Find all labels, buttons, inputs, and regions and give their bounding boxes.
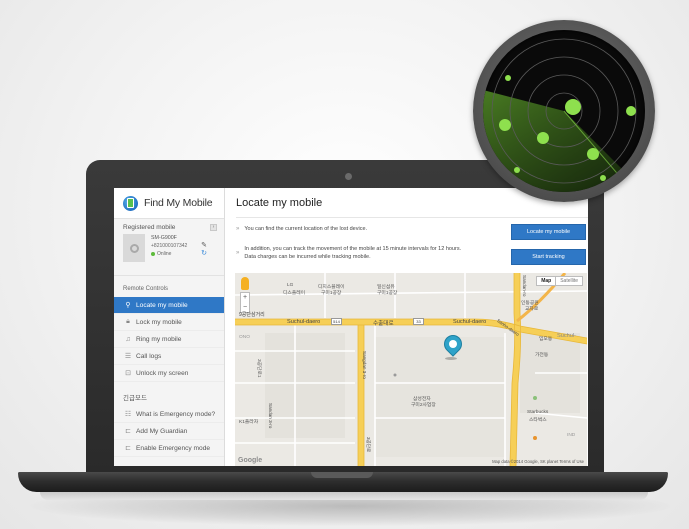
highway-badge-33: 33	[413, 318, 424, 325]
zoom-control[interactable]: + −	[240, 292, 250, 313]
road-label-left-big: 9공단삼거리	[239, 312, 265, 318]
locate-my-mobile-button[interactable]: Locate my mobile	[511, 224, 586, 240]
main-panel: Locate my mobile » You can find the curr…	[225, 188, 588, 466]
map-copyright[interactable]: Map data ©2014 Google, SK planet Terms o…	[492, 459, 584, 464]
registered-mobile-title: Registered mobile	[123, 224, 176, 231]
info-list-icon: ☷	[124, 411, 132, 418]
map-type-control[interactable]: Map Satellite	[536, 276, 583, 286]
webcam	[345, 173, 352, 180]
laptop-base-lip	[40, 492, 648, 500]
start-tracking-button[interactable]: Start tracking	[511, 249, 586, 265]
location-pin-icon	[129, 243, 139, 253]
zoom-in-button[interactable]: +	[241, 293, 249, 303]
map-label-ilshin-sub: 구미1공장	[377, 291, 398, 296]
device-status-label: Online	[157, 251, 172, 257]
radar-screen	[483, 30, 645, 192]
menu-label: Lock my mobile	[136, 318, 182, 326]
map-label-lg-sub: 디스플레이	[283, 291, 306, 296]
menu-unlock-my-screen[interactable]: ⊡ Unlock my screen	[114, 365, 224, 382]
pegman-icon[interactable]	[241, 277, 249, 290]
add-guardian-icon: ⊏	[125, 428, 131, 435]
unlock-icon: ⊡	[125, 370, 131, 377]
double-chevron-icon: »	[236, 225, 240, 232]
map-label-lg-display-sub: 구미1공장	[321, 291, 342, 296]
online-status-icon	[151, 251, 155, 256]
radar-graphic	[473, 20, 655, 202]
find-my-mobile-logo-icon	[123, 195, 138, 211]
road-label-suchul-kr: 수출대로	[373, 321, 394, 327]
enable-icon: ⊏	[125, 445, 131, 452]
map-type-map[interactable]: Map	[537, 277, 557, 285]
map-view[interactable]: + − Map Satellite LG 디스플레이 디지스플레이 구미1공장 …	[235, 273, 587, 466]
map-label-nondong-sub: 교차로	[525, 307, 539, 312]
road-label-suchul-right: Suchul-	[557, 333, 576, 339]
laptop-notch	[311, 472, 373, 478]
menu-label: Call logs	[136, 352, 162, 360]
sidebar: Find My Mobile Registered mobile › SM-G9…	[114, 188, 225, 466]
map-label-samsung-sub: 구미2사업장	[411, 403, 436, 408]
radar-sweep	[483, 38, 645, 192]
menu-what-is-emergency-mode[interactable]: ☷ What is Emergency mode?	[114, 406, 224, 423]
double-chevron-icon: »	[236, 250, 240, 256]
map-label-ono: ONO	[239, 335, 250, 340]
highway-badge-514: 514	[331, 318, 342, 325]
menu-label: Unlock my screen	[136, 369, 189, 377]
refresh-icon[interactable]: ↻	[201, 250, 207, 258]
music-note-icon: ♫	[125, 335, 131, 343]
menu-ring-my-mobile[interactable]: ♫ Ring my mobile	[114, 331, 224, 348]
lock-icon: 🔒︎	[126, 318, 130, 325]
app-name: Find My Mobile	[144, 197, 213, 209]
google-logo: Google	[238, 457, 263, 464]
device-row[interactable]: SM-G900F +821000107342 Online ✎ ↻	[123, 234, 218, 262]
menu-label: Enable Emergency mode	[136, 444, 211, 452]
map-label-lg: LG	[287, 283, 294, 288]
list-icon: ☰	[124, 353, 132, 360]
map-type-satellite[interactable]: Satellite	[556, 277, 582, 285]
device-info: SM-G900F +821000107342 Online ✎ ↻	[151, 234, 213, 262]
menu-call-logs[interactable]: ☰ Call logs	[114, 348, 224, 365]
map-label-dong: 임오동	[539, 337, 553, 342]
menu-label: Add My Guardian	[136, 427, 188, 435]
laptop-base	[18, 472, 668, 492]
menu-lock-my-mobile[interactable]: 🔒︎ Lock my mobile	[114, 314, 224, 331]
map-label-k1: K1플라자	[239, 420, 259, 425]
menu-label: Locate my mobile	[136, 301, 188, 309]
pin-shadow	[445, 357, 457, 360]
map-label-gongdan-left: 3공단로1	[256, 359, 261, 378]
road-label-gongdan: 3공단로	[366, 437, 371, 453]
road-label-vertical-1: Sangdan 3-ro	[362, 351, 367, 379]
map-label-ind: IND	[567, 433, 576, 438]
menu-label: Ring my mobile	[136, 335, 182, 343]
menu-enable-emergency-mode[interactable]: ⊏ Enable Emergency mode	[114, 440, 224, 457]
brand-header[interactable]: Find My Mobile	[114, 188, 224, 219]
device-thumbnail	[123, 234, 145, 262]
device-model: SM-G900F	[151, 235, 177, 241]
info-text-2a: In addition, you can track the movement …	[244, 246, 462, 252]
registered-mobile-panel: Registered mobile › SM-G900F +8210001073…	[114, 219, 224, 273]
chevron-right-icon[interactable]: ›	[210, 224, 217, 231]
road-label-suchul-daero: Suchul-daero	[287, 319, 321, 325]
map-label-starbucks: Starbucks	[527, 410, 549, 415]
remote-controls-title: Remote Controls	[114, 275, 224, 297]
road-label-gongdan-right: Sandan-ro	[522, 275, 527, 297]
emergency-mode-title: 긴급모드	[123, 395, 147, 402]
map-label-byeongweon: 가전동	[535, 353, 549, 358]
search-icon: ⚲	[125, 302, 131, 309]
menu-add-my-guardian[interactable]: ⊏ Add My Guardian	[114, 423, 224, 440]
info-text-2b: Data charges can be incurred while track…	[244, 254, 371, 260]
edit-pencil-icon[interactable]: ✎	[201, 242, 207, 250]
menu-locate-my-mobile[interactable]: ⚲ Locate my mobile	[114, 297, 224, 314]
info-text-1: You can find the current location of the…	[244, 225, 368, 232]
map-label-starbucks-sub: 스타벅스	[529, 418, 547, 423]
road-label-suchul-daero-2: Suchul-daero	[453, 319, 487, 325]
laptop-screen: Find My Mobile Registered mobile › SM-G9…	[114, 188, 588, 466]
road-label-vertical-2: Sandan 3-ro	[268, 403, 273, 429]
menu-label: What is Emergency mode?	[136, 410, 216, 418]
